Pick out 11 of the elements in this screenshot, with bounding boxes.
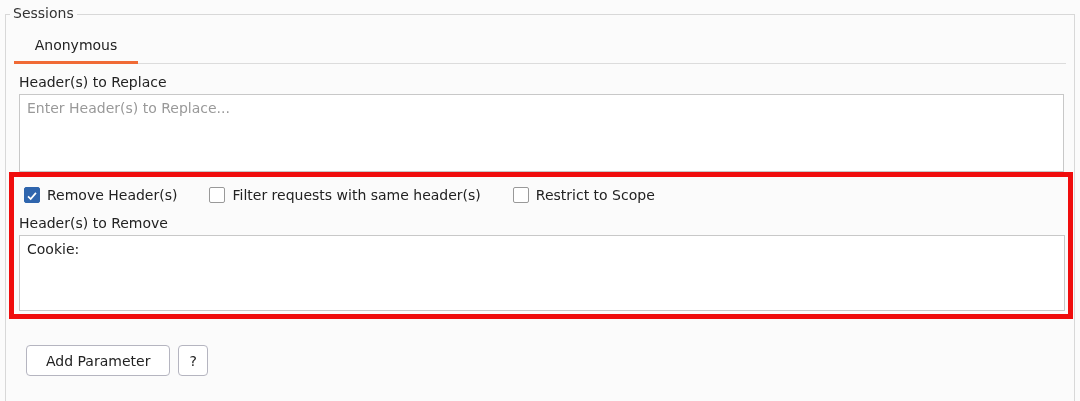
- checkbox[interactable]: Restrict to Scope: [512, 187, 655, 203]
- checkbox[interactable]: Filter requests with same header(s): [209, 187, 481, 203]
- group-title: Sessions: [10, 5, 77, 21]
- checkbox[interactable]: Remove Header(s): [24, 187, 178, 203]
- field-label: Header(s) to Replace: [19, 73, 168, 92]
- input-field[interactable]: Cookie:: [19, 235, 1065, 311]
- field-label: Header(s) to Remove: [19, 214, 169, 233]
- tab[interactable]: Anonymous: [14, 27, 138, 64]
- add-parameter-button[interactable]: Add Parameter: [26, 345, 171, 376]
- input-field[interactable]: Enter Header(s) to Replace...: [19, 94, 1064, 172]
- help-button[interactable]: ?: [178, 345, 208, 376]
